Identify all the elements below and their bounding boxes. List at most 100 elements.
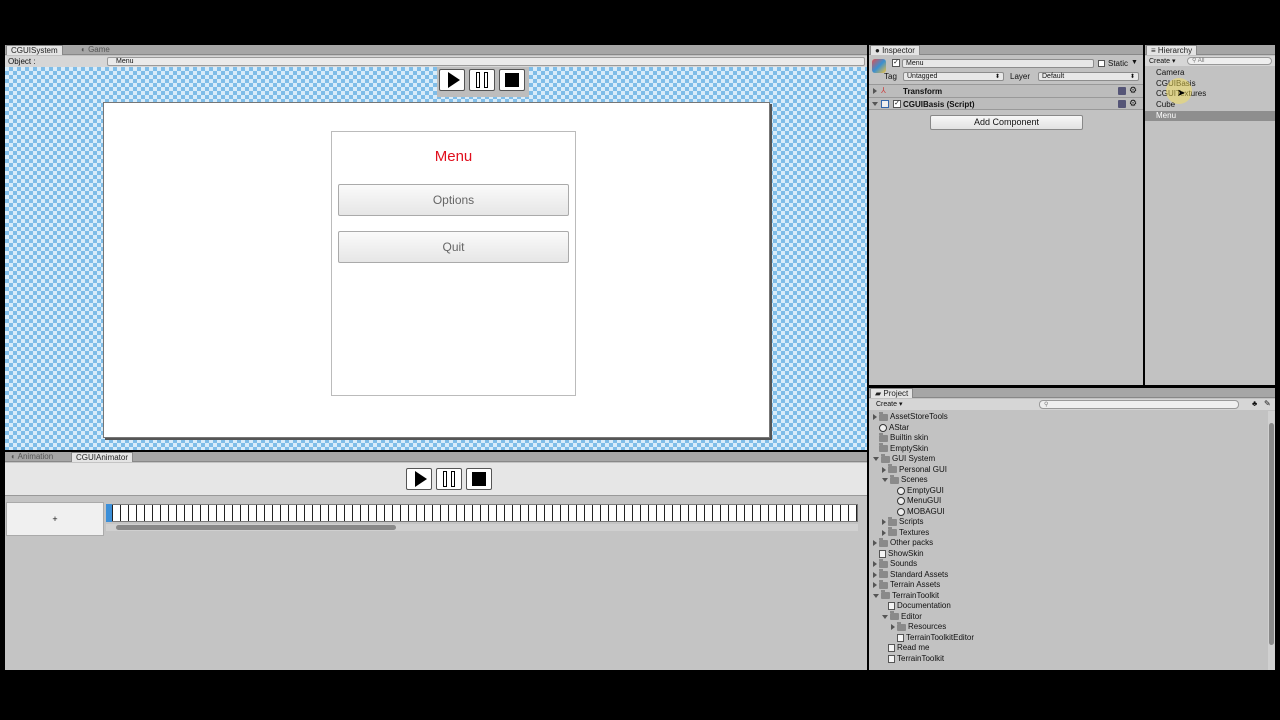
fold-closed-icon[interactable] [873,582,877,588]
cguibasis-enabled-checkbox[interactable]: ✓ [893,100,901,108]
hierarchy-item-menu[interactable]: Menu [1145,111,1275,121]
transform-fold-icon[interactable] [873,88,877,94]
hierarchy-search-input[interactable]: ⚲ All [1187,57,1272,65]
project-item[interactable]: TerrainToolkitEditor [891,633,974,643]
fold-open-icon[interactable] [873,457,879,461]
project-item[interactable]: TerrainToolkit [882,654,944,664]
project-item-label: TerrainToolkit [892,590,940,600]
object-field[interactable]: Menu [107,57,865,66]
filter-type-icon[interactable]: ♣ [1252,399,1257,408]
project-search-input[interactable]: ⚲ [1039,400,1239,409]
gear-icon[interactable]: ⚙ [1129,98,1137,109]
static-dropdown-arrow[interactable]: ▼ [1131,59,1138,66]
project-item[interactable]: AssetStoreTools [873,411,948,422]
tab-cguisystem[interactable]: CGUISystem [6,45,63,55]
help-icon[interactable] [1118,100,1126,108]
object-name-field[interactable]: Menu [902,59,1094,68]
transform-component[interactable]: ⅄ Transform ⚙ [869,84,1143,97]
fold-open-icon[interactable] [882,614,888,619]
project-scrollbar[interactable] [1268,411,1275,670]
project-item[interactable]: Scenes [882,474,928,485]
layer-dropdown-arrow: ⬍ [1129,74,1135,80]
project-item[interactable]: Personal GUI [882,464,947,475]
hierarchy-create-label: Create [1149,58,1171,65]
project-item[interactable]: Textures [882,527,929,538]
tag-dropdown[interactable]: Untagged ⬍ [903,72,1004,81]
project-item[interactable]: ShowSkin [873,549,924,559]
project-item[interactable]: Builtin skin [873,432,928,443]
fold-closed-icon[interactable] [891,624,895,630]
tab-game[interactable]: ◐ Game [77,45,114,55]
quit-button[interactable]: Quit [338,231,569,263]
fold-closed-icon[interactable] [882,466,886,473]
scene-play-button[interactable] [439,69,465,91]
project-item[interactable]: Other packs [873,537,933,548]
fold-open-icon[interactable] [882,478,888,482]
project-item[interactable]: GUI System [873,453,935,464]
project-create-button[interactable]: Create ▾ [876,400,902,408]
help-icon[interactable] [1118,87,1126,95]
project-item[interactable]: Standard Assets [873,569,948,580]
project-item[interactable]: EmptyGUI [891,486,944,496]
fold-open-icon[interactable] [873,593,879,598]
filter-label-icon[interactable]: ✎ [1264,399,1271,408]
anim-pause-button[interactable] [436,468,462,490]
project-item[interactable]: Documentation [882,601,951,611]
project-item-label: EmptyGUI [907,485,944,495]
cguibasis-component[interactable]: ✓ CGUIBasis (Script) ⚙ [869,97,1143,110]
fold-closed-icon[interactable] [882,519,886,525]
add-component-button[interactable]: Add Component [930,115,1083,130]
pause-icon [476,72,488,88]
timeline-scrollbar[interactable] [106,524,858,531]
tab-inspector[interactable]: ● Inspector [870,45,920,55]
project-item[interactable]: MenuGUI [891,496,941,506]
folder-icon [879,432,888,442]
transform-icon: ⅄ [881,86,886,95]
scene-stop-button[interactable] [499,69,525,91]
project-item[interactable]: Read me [882,643,929,653]
layer-dropdown[interactable]: Default ⬍ [1038,72,1139,81]
fold-closed-icon[interactable] [882,529,886,536]
project-item[interactable]: TerrainToolkit [873,590,940,601]
folder-icon [879,537,888,547]
gear-icon[interactable]: ⚙ [1129,85,1137,96]
anim-play-button[interactable] [406,468,432,490]
project-item[interactable]: Scripts [882,516,923,527]
scene-pause-button[interactable] [469,69,495,91]
static-checkbox[interactable] [1098,60,1105,67]
tab-animation[interactable]: ◐ Animation [7,452,57,462]
fold-closed-icon[interactable] [873,561,877,567]
fold-closed-icon[interactable] [873,571,877,578]
timeline-scroll-thumb[interactable] [116,525,396,530]
options-button[interactable]: Options [338,184,569,216]
project-panel: ▰ Project Create ▾ ⚲ ♣ ✎ AssetStoreTools… [869,388,1275,670]
project-item[interactable]: Editor [882,611,922,622]
project-item[interactable]: MOBAGUI [891,507,945,517]
add-track-button[interactable]: + [6,502,104,536]
project-item[interactable]: Terrain Assets [873,579,940,590]
project-scroll-thumb[interactable] [1269,423,1274,645]
project-item-label: Read me [897,643,930,652]
project-item[interactable]: EmptySkin [873,443,928,454]
timeline-ruler[interactable] [106,504,858,522]
tab-cguianimator[interactable]: CGUIAnimator [71,452,134,462]
hierarchy-item-camera[interactable]: Camera [1156,68,1184,78]
project-item[interactable]: Sounds [873,558,917,569]
tab-hierarchy[interactable]: ≡ Hierarchy [1146,45,1198,55]
project-item[interactable]: AStar [873,423,909,433]
fold-closed-icon[interactable] [873,540,877,546]
tab-project-label: Project [883,389,909,398]
cguibasis-fold-icon[interactable] [872,102,878,106]
active-checkbox[interactable]: ✓ [892,59,900,67]
project-item-label: MenuGUI [907,496,942,505]
hierarchy-create-button[interactable]: Create ▾ [1149,57,1175,65]
fold-closed-icon[interactable] [873,414,877,420]
anim-stop-button[interactable] [466,468,492,490]
gui-screen: Menu Options Quit [103,102,770,438]
folder-icon [881,590,890,599]
scene-icon [879,423,887,432]
project-item[interactable]: Resources [891,621,946,632]
timeline-cursor[interactable] [106,504,112,522]
tab-project[interactable]: ▰ Project [870,388,914,398]
folder-icon [890,611,899,620]
